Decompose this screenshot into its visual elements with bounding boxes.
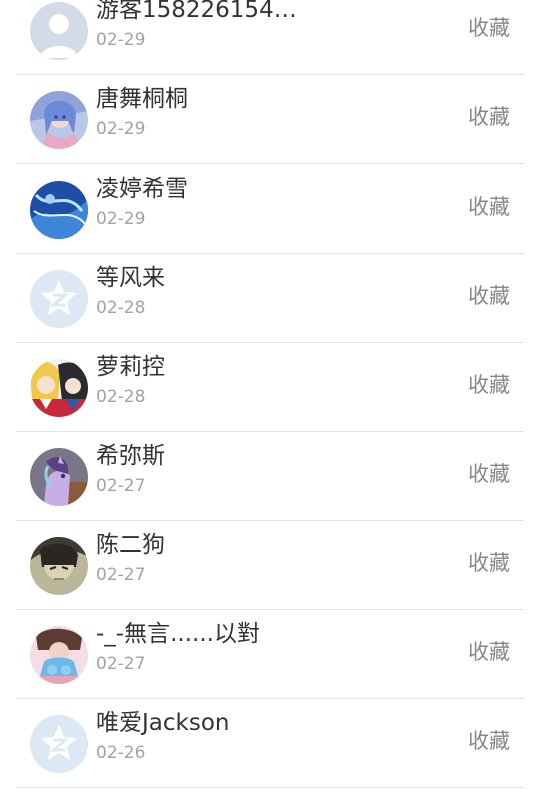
user-list: 游客158226154… 02-29 收藏 唐舞桐桐 02-29 收藏 凌婷希雪… — [0, 0, 538, 789]
user-date: 02-29 — [96, 119, 146, 139]
list-item[interactable]: 陈二狗 02-27 收藏 — [0, 521, 538, 610]
favorite-button[interactable]: 收藏 — [468, 460, 510, 488]
favorite-button[interactable]: 收藏 — [468, 371, 510, 399]
divider — [16, 787, 524, 788]
divider — [16, 163, 524, 164]
list-item[interactable]: 唯爱Jackson 02-26 收藏 — [0, 699, 538, 788]
user-name: 凌婷希雪 — [96, 176, 188, 202]
user-name: 游客158226154… — [96, 0, 297, 23]
pink-blue-photo-avatar-icon[interactable] — [30, 626, 88, 684]
user-name: 唐舞桐桐 — [96, 86, 188, 112]
user-name: 萝莉控 — [96, 354, 165, 380]
favorite-button[interactable]: 收藏 — [468, 282, 510, 310]
list-item[interactable]: -_-無言......以對 02-27 收藏 — [0, 610, 538, 699]
favorite-button[interactable]: 收藏 — [468, 103, 510, 131]
user-date: 02-27 — [96, 654, 146, 674]
user-name: 陈二狗 — [96, 532, 165, 558]
qzone-default-avatar-icon[interactable] — [30, 270, 88, 328]
list-item[interactable]: 凌婷希雪 02-29 收藏 — [0, 165, 538, 254]
user-date: 02-29 — [96, 209, 146, 229]
qzone-default-avatar-icon[interactable] — [30, 715, 88, 773]
user-date: 02-27 — [96, 476, 146, 496]
user-date: 02-28 — [96, 298, 146, 318]
list-item[interactable]: 唐舞桐桐 02-29 收藏 — [0, 75, 538, 164]
favorite-button[interactable]: 收藏 — [468, 638, 510, 666]
favorite-button[interactable]: 收藏 — [468, 549, 510, 577]
list-item[interactable]: 希弥斯 02-27 收藏 — [0, 432, 538, 521]
list-item[interactable]: 等风来 02-28 收藏 — [0, 254, 538, 343]
user-date: 02-28 — [96, 387, 146, 407]
anime-duo-avatar-icon[interactable] — [30, 359, 88, 417]
favorite-button[interactable]: 收藏 — [468, 193, 510, 221]
user-name: 唯爱Jackson — [96, 710, 230, 736]
user-name: -_-無言......以對 — [96, 621, 260, 647]
favorite-button[interactable]: 收藏 — [468, 14, 510, 42]
user-date: 02-26 — [96, 743, 146, 763]
user-date: 02-27 — [96, 565, 146, 585]
user-name: 希弥斯 — [96, 443, 165, 469]
default-person-avatar-icon[interactable] — [30, 2, 88, 60]
user-name: 等风来 — [96, 265, 165, 291]
favorite-button[interactable]: 收藏 — [468, 727, 510, 755]
purple-pony-avatar-icon[interactable] — [30, 448, 88, 506]
anime-girl-blue-hair-avatar-icon[interactable] — [30, 91, 88, 149]
user-date: 02-29 — [96, 30, 146, 50]
list-item[interactable]: 游客158226154… 02-29 收藏 — [0, 0, 538, 75]
list-item[interactable]: 萝莉控 02-28 收藏 — [0, 343, 538, 432]
dark-hair-character-avatar-icon[interactable] — [30, 537, 88, 595]
blue-anime-art-avatar-icon[interactable] — [30, 181, 88, 239]
